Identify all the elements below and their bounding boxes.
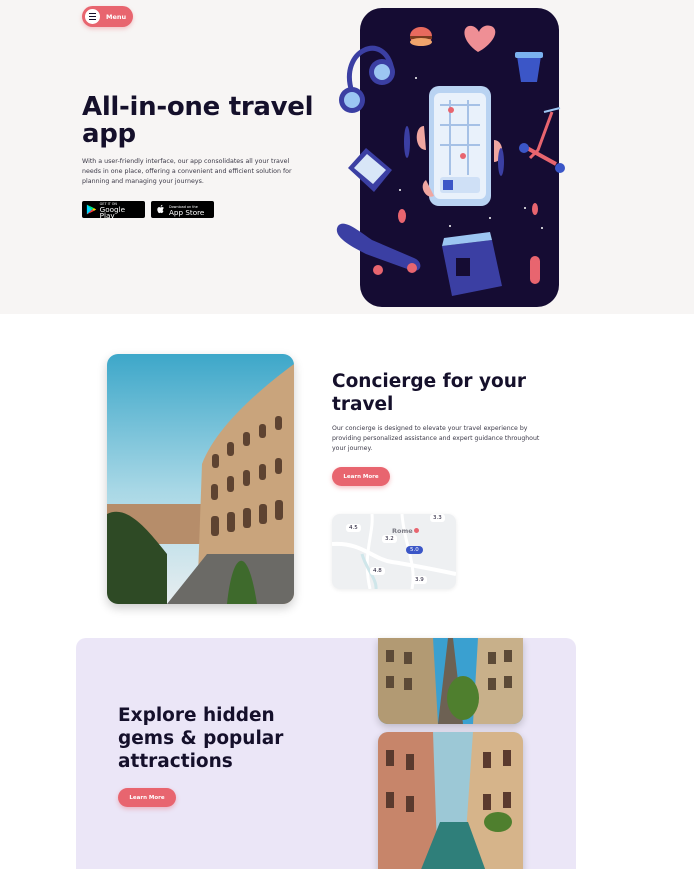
google-play-icon xyxy=(86,204,97,215)
hero-section: Menu All-in-one travel app With a user-f… xyxy=(0,0,694,314)
concierge-description: Our concierge is designed to elevate you… xyxy=(332,425,540,452)
burger-icon xyxy=(410,27,432,46)
phone-icon xyxy=(429,86,491,206)
hero-description: With a user-friendly interface, our app … xyxy=(82,158,292,185)
travel-illustration xyxy=(336,25,565,296)
explore-learn-more-button[interactable]: Learn More xyxy=(118,788,176,807)
suitcase-icon xyxy=(442,232,502,296)
venice-canal-photo xyxy=(378,732,523,869)
page: Menu All-in-one travel app With a user-f… xyxy=(0,0,694,869)
headphones-icon xyxy=(339,46,395,113)
map-rating[interactable]: 3.2 xyxy=(382,535,397,543)
map-pin-icon xyxy=(414,528,419,533)
apple-icon xyxy=(157,204,164,214)
coffee-cup-icon xyxy=(515,52,543,82)
explore-title: Explore hidden gems & popular attraction… xyxy=(118,705,284,772)
app-store-big: App Store xyxy=(169,207,205,217)
map-rating[interactable]: 3.3 xyxy=(430,514,445,522)
hero-title: All-in-one travel app xyxy=(82,92,314,149)
scooter-icon xyxy=(519,107,565,173)
map-selected-marker[interactable]: 5.0 xyxy=(406,546,423,554)
hamburger-icon xyxy=(85,9,100,24)
colosseum-photo xyxy=(107,354,294,604)
app-store-badge[interactable]: Download on the App Store xyxy=(151,201,214,218)
heart-icon xyxy=(464,25,496,52)
menu-label: Menu xyxy=(106,12,127,21)
map-rating[interactable]: 4.5 xyxy=(346,524,361,532)
laptop-icon xyxy=(348,148,392,192)
concierge-title: Concierge for your travel xyxy=(332,371,527,415)
map-city-label: Rome xyxy=(392,527,413,535)
skateboard-icon xyxy=(336,223,421,275)
google-play-big: Google Play xyxy=(99,204,126,220)
menu-button[interactable]: Menu xyxy=(82,6,133,27)
concierge-learn-more-button[interactable]: Learn More xyxy=(332,467,390,486)
map-rating[interactable]: 3.9 xyxy=(412,576,427,584)
map-rating[interactable]: 4.8 xyxy=(370,567,385,575)
paris-street-photo xyxy=(378,638,523,724)
google-play-badge[interactable]: GET IT ON Google Play xyxy=(82,201,145,220)
map-card: Rome 4.5 3.2 4.8 3.9 3.3 5.0 xyxy=(332,514,456,589)
